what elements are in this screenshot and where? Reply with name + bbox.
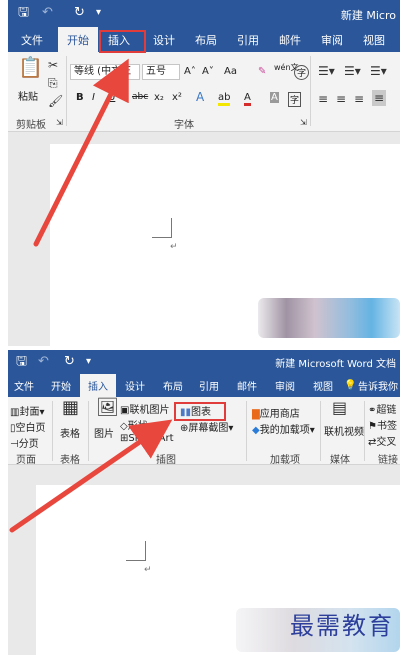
arrow-to-insert-tab xyxy=(33,58,129,247)
arrow-to-chart-button xyxy=(9,419,173,533)
annotation-arrows xyxy=(9,58,173,533)
